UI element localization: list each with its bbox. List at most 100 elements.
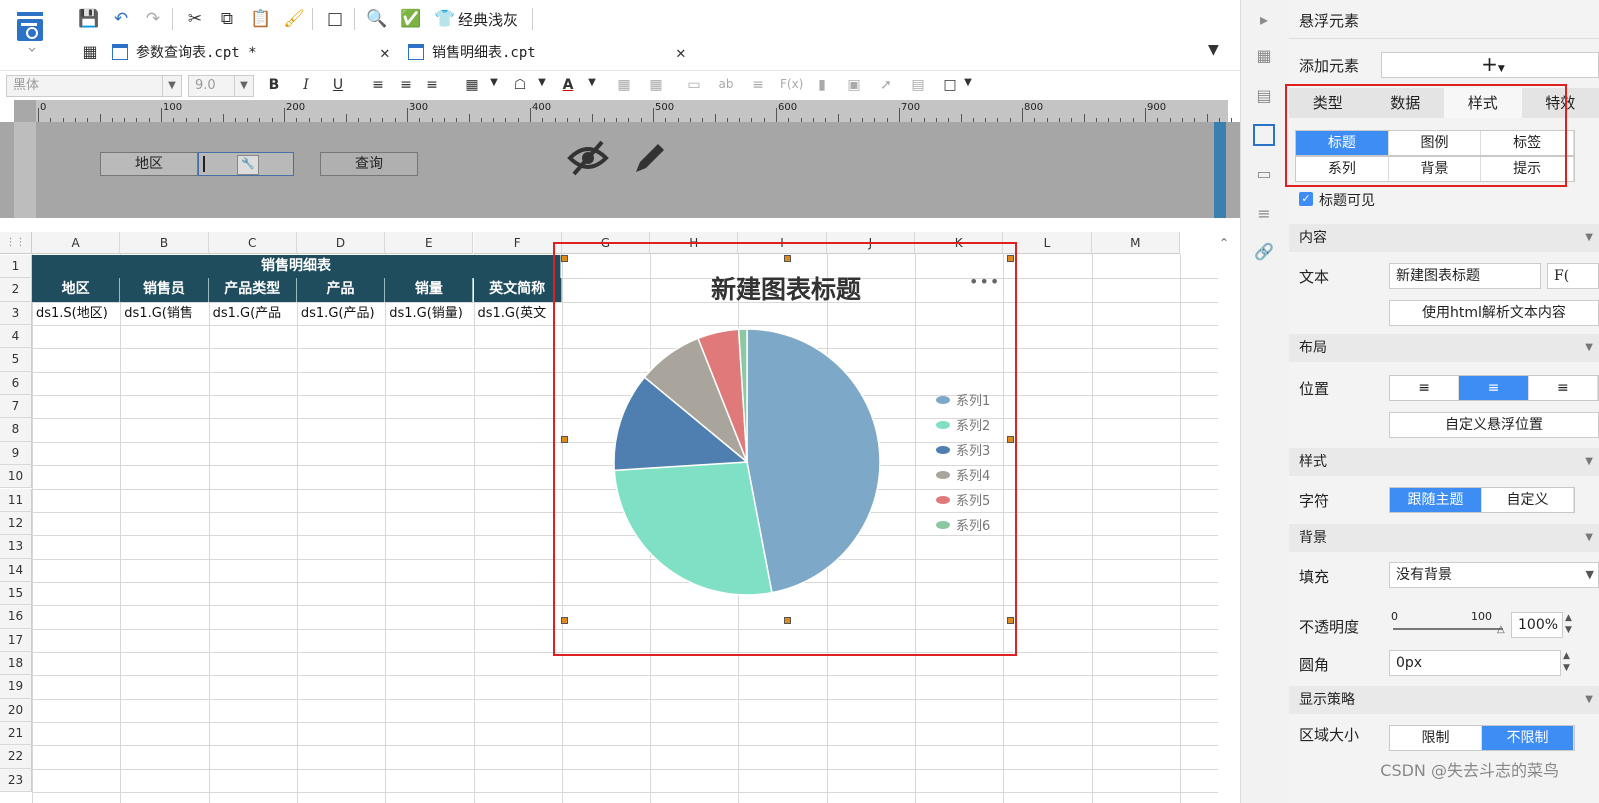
layout-section-header[interactable]: 布局 ▼ (1289, 334, 1599, 362)
chevron-down-icon[interactable]: ▼ (532, 77, 552, 97)
grid-view-icon[interactable]: ▦ (78, 38, 102, 66)
slider-thumb-icon[interactable]: △ (1497, 624, 1505, 635)
copy-icon[interactable]: ⧉ (216, 8, 238, 30)
column-title-cell[interactable]: 地区 (32, 278, 121, 302)
font-color-icon[interactable]: A (558, 77, 578, 97)
limit-option[interactable]: 限制 (1390, 726, 1482, 750)
column-title-cell[interactable]: 产品 (296, 278, 386, 302)
row-header[interactable]: 12 (0, 511, 32, 536)
row-header[interactable]: 7 (0, 395, 32, 419)
page-icon[interactable]: ▤ (908, 77, 928, 97)
radius-input[interactable]: 0px (1389, 650, 1561, 676)
no-limit-option[interactable]: 不限制 (1482, 726, 1574, 750)
resize-handle[interactable] (561, 436, 568, 443)
pencil-icon[interactable] (630, 138, 670, 178)
align-left-icon[interactable]: ≡ (368, 77, 388, 97)
resize-handle[interactable] (1007, 617, 1014, 624)
border-frame-icon[interactable]: □ (940, 77, 960, 97)
redo-icon[interactable]: ↷ (142, 8, 164, 30)
region-input[interactable]: 🔧 (198, 152, 294, 176)
cut-icon[interactable]: ✂ (184, 8, 206, 30)
row-header[interactable]: 3 (0, 301, 32, 326)
resize-handle[interactable] (784, 617, 791, 624)
tab-menu-icon[interactable]: ▼ (1208, 42, 1219, 58)
style-section-header[interactable]: 样式 ▼ (1289, 448, 1599, 476)
fill-color-icon[interactable]: ☖ (510, 77, 530, 97)
content-section-header[interactable]: 内容 ▼ (1289, 224, 1599, 252)
column-header[interactable]: E (385, 232, 474, 254)
chevron-down-icon[interactable]: ▼ (958, 77, 978, 97)
row-header[interactable]: 23 (0, 768, 32, 793)
report-title-cell[interactable]: 销售明细表 (32, 255, 561, 278)
format-painter-icon[interactable]: 🖌 (283, 8, 305, 30)
align-center-icon[interactable]: ≡ (1459, 376, 1529, 400)
close-icon[interactable]: ✕ (676, 43, 686, 62)
row-header[interactable]: 5 (0, 348, 32, 372)
formula-cell[interactable]: ds1.G(英文 (474, 302, 562, 325)
bar-chart-icon[interactable]: ▮ (812, 77, 832, 97)
column-header[interactable]: A (32, 232, 121, 254)
formula-cell[interactable]: ds1.G(产品 (209, 302, 297, 325)
formula-cell[interactable]: ds1.G(销量) (385, 302, 473, 325)
font-name-select[interactable]: 黑体 ▼ (6, 75, 182, 97)
html-parse-button[interactable]: 使用html解析文本内容 (1389, 300, 1599, 326)
row-header[interactable]: 21 (0, 722, 32, 746)
image-icon[interactable]: ▣ (844, 77, 864, 97)
formula-cell[interactable]: ds1.G(销售 (120, 302, 208, 325)
row-header[interactable]: 17 (0, 628, 32, 652)
chevron-down-icon[interactable]: ▼ (582, 77, 602, 97)
custom-float-position-button[interactable]: 自定义悬浮位置 (1389, 412, 1599, 438)
align-right-icon[interactable]: ≡ (422, 77, 442, 97)
spinner-icon[interactable]: ▲ ▼ (1565, 612, 1572, 636)
merge-cell-icon[interactable]: ▦ (614, 77, 634, 97)
close-icon[interactable]: ✕ (380, 43, 390, 62)
formula-cell[interactable]: ds1.G(产品) (297, 302, 385, 325)
cell-attr-icon[interactable]: ▦ (1253, 46, 1275, 68)
resize-handle[interactable] (561, 617, 568, 624)
preview-icon[interactable]: 🔍 (366, 8, 388, 30)
display-section-header[interactable]: 显示策略 ▼ (1289, 686, 1599, 714)
row-header[interactable]: 18 (0, 651, 32, 676)
tab-sales-detail[interactable]: 销售明细表.cpt ✕ (408, 38, 698, 66)
spinner-icon[interactable]: ▲ ▼ (1563, 650, 1570, 674)
paste-icon[interactable]: 📋 (250, 8, 272, 30)
resize-handle[interactable] (1007, 436, 1014, 443)
column-header[interactable]: D (296, 232, 386, 254)
hidden-eye-icon[interactable] (566, 138, 610, 178)
table-icon[interactable]: ▦ (646, 77, 666, 97)
row-header[interactable]: 6 (0, 371, 32, 396)
link-icon[interactable]: 🔗 (1253, 242, 1275, 264)
tab-param-query[interactable]: 参数查询表.cpt * ✕ (112, 38, 402, 66)
resize-handle[interactable] (1007, 255, 1014, 262)
column-title-cell[interactable]: 销量 (385, 278, 474, 302)
opacity-slider[interactable] (1393, 628, 1503, 630)
align-right-icon[interactable]: ≡ (1529, 376, 1598, 400)
layers-icon[interactable]: ≡ (1253, 204, 1275, 226)
row-header[interactable]: 14 (0, 558, 32, 582)
add-element-button[interactable]: +▼ (1381, 52, 1599, 78)
row-header[interactable]: 10 (0, 465, 32, 489)
checkbox-checked-icon[interactable]: ✓ (1299, 192, 1313, 206)
slash-icon[interactable]: ➚ (876, 77, 896, 97)
column-title-cell[interactable]: 销售员 (120, 278, 209, 302)
border-icon[interactable]: ▦ (462, 77, 482, 97)
column-header[interactable]: M (1091, 232, 1180, 254)
ab-icon[interactable]: ab (716, 77, 736, 97)
text-box-icon[interactable]: □ (324, 8, 346, 30)
underline-icon[interactable]: U (328, 77, 348, 97)
row-header[interactable]: 15 (0, 581, 32, 606)
row-header[interactable]: 19 (0, 675, 32, 699)
column-header[interactable]: F (473, 232, 562, 254)
widget-icon[interactable]: ▤ (1253, 86, 1275, 108)
row-header[interactable]: 4 (0, 325, 32, 349)
row-header[interactable]: 22 (0, 745, 32, 769)
chevron-up-icon[interactable]: ⌃ (1219, 236, 1229, 250)
align-center-icon[interactable]: ≡ (396, 77, 416, 97)
row-header[interactable]: 2 (0, 278, 32, 302)
formula-button[interactable]: F( (1547, 263, 1599, 289)
background-section-header[interactable]: 背景 ▼ (1289, 524, 1599, 552)
undo-icon[interactable]: ↶ (110, 8, 132, 30)
row-header[interactable]: 13 (0, 535, 32, 559)
float-element-icon[interactable] (1253, 124, 1275, 146)
text-field-icon[interactable]: ▭ (684, 77, 704, 97)
